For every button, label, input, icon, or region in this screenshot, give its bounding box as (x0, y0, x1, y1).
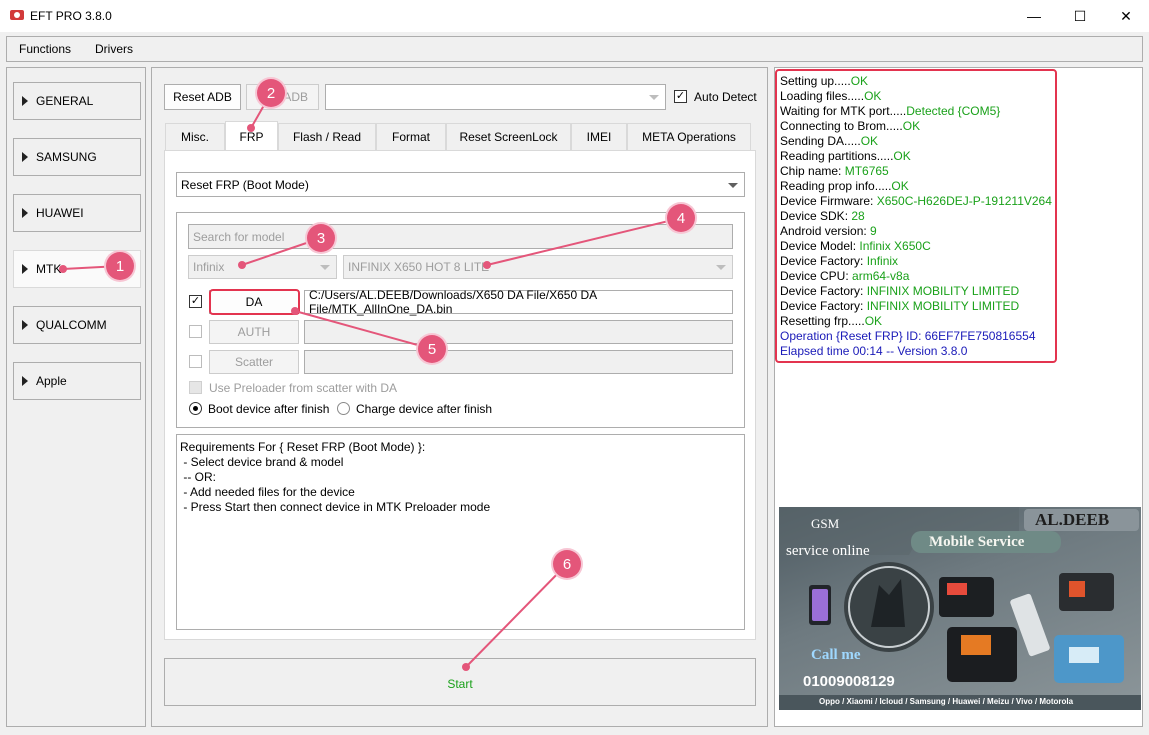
auto-detect-label: Auto Detect (694, 90, 757, 104)
tab-imei[interactable]: IMEI (571, 123, 627, 150)
brand-label: SAMSUNG (36, 150, 97, 164)
auth-file-path[interactable] (304, 320, 733, 344)
chevron-down-icon (716, 265, 726, 270)
brand-label: Apple (36, 374, 67, 388)
model-select-value: INFINIX X650 HOT 8 LITE (348, 260, 490, 274)
auth-button[interactable]: AUTH (209, 320, 299, 344)
annotation-marker-1: 1 (106, 252, 134, 280)
expand-arrow-icon (22, 320, 28, 330)
annotation-dot (238, 261, 246, 269)
chevron-down-icon (320, 265, 330, 270)
charge-after-finish-radio[interactable] (337, 402, 350, 415)
use-preloader-label: Use Preloader from scatter with DA (209, 381, 398, 395)
port-select[interactable] (325, 84, 666, 110)
annotation-marker-4: 4 (667, 204, 695, 232)
tab-flash-read[interactable]: Flash / Read (278, 123, 376, 150)
frp-mode-select[interactable]: Reset FRP (Boot Mode) (176, 172, 745, 197)
banner-phone: 01009008129 (803, 673, 895, 690)
maximize-button[interactable]: ☐ (1057, 0, 1103, 32)
menu-bar: Functions Drivers (6, 36, 1143, 62)
expand-arrow-icon (22, 208, 28, 218)
banner-call-me: Call me (811, 647, 861, 663)
tab-meta-operations[interactable]: META Operations (627, 123, 751, 150)
brand-huawei-button[interactable]: HUAWEI (13, 194, 141, 232)
menu-drivers[interactable]: Drivers (95, 42, 133, 56)
annotation-marker-3: 3 (307, 224, 335, 252)
annotation-dot (59, 265, 67, 273)
da-file-path[interactable]: C:/Users/AL.DEEB/Downloads/X650 DA File/… (304, 288, 733, 316)
chevron-down-icon (649, 95, 659, 100)
check-icon: ✓ (675, 90, 686, 102)
charge-after-finish-label: Charge device after finish (356, 402, 493, 416)
reset-adb-button[interactable]: Reset ADB (164, 84, 241, 110)
advert-banner: GSM service online AL.DEEB Mobile Servic… (779, 507, 1141, 710)
auto-detect-checkbox[interactable]: ✓ (674, 90, 687, 103)
frp-mode-value: Reset FRP (Boot Mode) (181, 177, 309, 192)
app-logo-icon (10, 10, 24, 20)
annotation-marker-6: 6 (553, 550, 581, 578)
annotation-dot (291, 307, 299, 315)
annotation-dot (462, 663, 470, 671)
banner-mobile-service: Mobile Service (929, 534, 1025, 550)
banner-name: AL.DEEB (1035, 510, 1110, 529)
brand-label: QUALCOMM (36, 318, 107, 332)
da-checkbox[interactable]: ✓ (189, 295, 202, 308)
close-button[interactable]: ✕ (1103, 0, 1149, 32)
auth-checkbox[interactable] (189, 325, 202, 338)
model-search-input[interactable]: Search for model (188, 224, 733, 249)
banner-service-online: service online (786, 543, 870, 559)
banner-brands-line: Oppo / Xiaomi / Icloud / Samsung / Huawe… (819, 697, 1074, 706)
minimize-button[interactable]: — (1011, 0, 1057, 32)
tab-misc[interactable]: Misc. (165, 123, 225, 150)
brand-qualcomm-button[interactable]: QUALCOMM (13, 306, 141, 344)
use-preloader-checkbox[interactable] (189, 381, 202, 394)
expand-arrow-icon (22, 152, 28, 162)
boot-after-finish-radio[interactable] (189, 402, 202, 415)
check-icon: ✓ (190, 295, 201, 307)
start-button[interactable]: Start (164, 658, 756, 706)
brand-general-button[interactable]: GENERAL (13, 82, 141, 120)
brand-select-value: Infinix (193, 260, 225, 274)
brand-label: HUAWEI (36, 206, 84, 220)
annotation-marker-2: 2 (257, 79, 285, 107)
annotation-marker-5: 5 (418, 335, 446, 363)
requirements-text: Requirements For { Reset FRP (Boot Mode)… (176, 434, 745, 630)
chevron-down-icon (728, 182, 738, 188)
da-button-highlight (209, 289, 300, 315)
tab-reset-screenlock[interactable]: Reset ScreenLock (446, 123, 571, 150)
annotation-dot (483, 261, 491, 269)
brand-samsung-button[interactable]: SAMSUNG (13, 138, 141, 176)
title-bar: EFT PRO 3.8.0 — ☐ ✕ (0, 0, 1149, 32)
expand-arrow-icon (22, 96, 28, 106)
annotation-dot (247, 124, 255, 132)
window-title: EFT PRO 3.8.0 (30, 9, 112, 23)
log-highlight (775, 69, 1057, 363)
brand-apple-button[interactable]: Apple (13, 362, 141, 400)
boot-after-finish-label: Boot device after finish (208, 402, 330, 416)
scatter-button[interactable]: Scatter (209, 350, 299, 374)
brand-panel: GENERAL SAMSUNG HUAWEI MTK QUALCOMM Appl… (6, 67, 146, 727)
menu-functions[interactable]: Functions (19, 42, 71, 56)
expand-arrow-icon (22, 376, 28, 386)
banner-gsm: GSM (811, 516, 840, 531)
scatter-file-path[interactable] (304, 350, 733, 374)
brand-label: GENERAL (36, 94, 94, 108)
tab-format[interactable]: Format (376, 123, 446, 150)
model-select[interactable]: INFINIX X650 HOT 8 LITE (343, 255, 733, 279)
brand-select[interactable]: Infinix (188, 255, 337, 279)
scatter-checkbox[interactable] (189, 355, 202, 368)
brand-label: MTK (36, 262, 62, 276)
expand-arrow-icon (22, 264, 28, 274)
